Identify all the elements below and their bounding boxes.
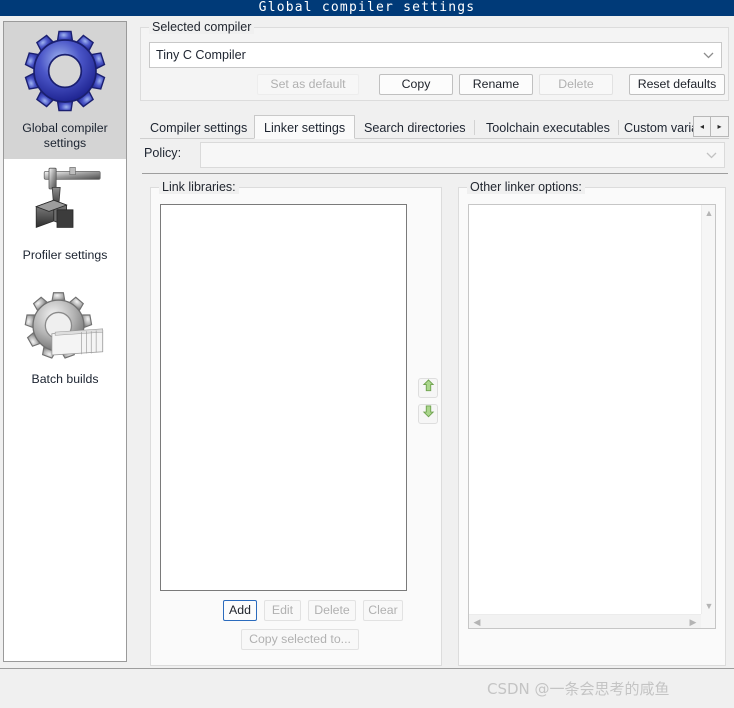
tab-toolchain-executables[interactable]: Toolchain executables bbox=[476, 115, 620, 139]
sidebar-item-profiler-settings[interactable]: Profiler settings bbox=[4, 159, 126, 271]
add-library-button[interactable]: Add bbox=[223, 600, 257, 621]
sidebar-item-batch-builds[interactable]: Batch builds bbox=[4, 285, 126, 395]
sidebar-item-label: Global compiler settings bbox=[22, 121, 108, 150]
tab-scroll-right-icon[interactable]: ▸ bbox=[711, 116, 729, 137]
tab-scroll-left-icon[interactable]: ◂ bbox=[693, 116, 711, 137]
copy-selected-to-button[interactable]: Copy selected to... bbox=[241, 629, 359, 650]
scrollbar-corner bbox=[701, 614, 715, 628]
clear-libraries-button[interactable]: Clear bbox=[363, 600, 403, 621]
arrow-down-icon bbox=[422, 405, 435, 423]
link-libraries-group: Link libraries: Add Edit Delete Clear Co… bbox=[150, 180, 442, 666]
chevron-down-icon bbox=[705, 143, 717, 167]
caliper-tool-icon bbox=[8, 165, 122, 245]
main-panel: Selected compiler Tiny C Compiler Set as… bbox=[136, 20, 731, 666]
move-up-button[interactable] bbox=[418, 378, 438, 398]
reset-defaults-button[interactable]: Reset defaults bbox=[629, 74, 725, 95]
tab-search-directories[interactable]: Search directories bbox=[354, 115, 476, 139]
vertical-scrollbar[interactable]: ▲ ▼ bbox=[701, 205, 715, 614]
page-title: Global compiler settings bbox=[258, 0, 476, 15]
other-linker-options-group: Other linker options: ▲ ▼ ◀ ▶ bbox=[458, 180, 726, 666]
set-as-default-button[interactable]: Set as default bbox=[257, 74, 359, 95]
selected-compiler-group: Selected compiler Tiny C Compiler Set as… bbox=[140, 20, 729, 101]
tab-linker-settings[interactable]: Linker settings bbox=[254, 115, 356, 139]
window-title-bar: Global compiler settings bbox=[0, 0, 734, 16]
gray-gear-pages-icon bbox=[8, 291, 122, 369]
policy-select[interactable] bbox=[200, 142, 725, 168]
selected-compiler-legend: Selected compiler bbox=[149, 20, 255, 34]
scroll-down-icon[interactable]: ▼ bbox=[702, 599, 716, 613]
compiler-select[interactable]: Tiny C Compiler bbox=[149, 42, 722, 68]
sidebar-item-label: Batch builds bbox=[31, 372, 99, 386]
rename-button[interactable]: Rename bbox=[459, 74, 533, 95]
scroll-left-icon[interactable]: ◀ bbox=[470, 615, 484, 629]
tab-scroll-controls: ◂ ▸ bbox=[693, 116, 729, 137]
blue-gear-icon bbox=[8, 28, 122, 118]
link-libraries-legend: Link libraries: bbox=[159, 180, 239, 194]
chevron-down-icon bbox=[702, 43, 714, 67]
tab-compiler-settings[interactable]: Compiler settings bbox=[140, 115, 257, 139]
sidebar-item-global-compiler-settings[interactable]: Global compiler settings bbox=[4, 22, 126, 159]
scroll-right-icon[interactable]: ▶ bbox=[686, 615, 700, 629]
other-linker-options-legend: Other linker options: bbox=[467, 180, 585, 194]
sidebar-item-label: Profiler settings bbox=[22, 248, 108, 262]
delete-compiler-button[interactable]: Delete bbox=[539, 74, 613, 95]
dialog-window: Global compiler settings Global compiler… bbox=[0, 0, 734, 708]
dialog-footer: OK Cancel bbox=[0, 669, 734, 708]
sidebar: Global compiler settings Profiler settin… bbox=[3, 21, 127, 662]
other-linker-options-text[interactable] bbox=[469, 205, 701, 614]
edit-library-button[interactable]: Edit bbox=[264, 600, 301, 621]
scroll-up-icon[interactable]: ▲ bbox=[702, 206, 716, 220]
link-libraries-list[interactable] bbox=[160, 204, 407, 591]
delete-library-button[interactable]: Delete bbox=[308, 600, 356, 621]
other-linker-options-field[interactable]: ▲ ▼ ◀ ▶ bbox=[468, 204, 716, 629]
move-down-button[interactable] bbox=[418, 404, 438, 424]
copy-button[interactable]: Copy bbox=[379, 74, 453, 95]
section-divider bbox=[142, 173, 728, 174]
arrow-up-icon bbox=[422, 379, 435, 397]
tab-bar: Compiler settings Linker settings Search… bbox=[140, 115, 729, 139]
policy-label: Policy: bbox=[144, 146, 182, 160]
horizontal-scrollbar[interactable]: ◀ ▶ bbox=[469, 614, 701, 628]
compiler-select-value: Tiny C Compiler bbox=[156, 48, 246, 62]
